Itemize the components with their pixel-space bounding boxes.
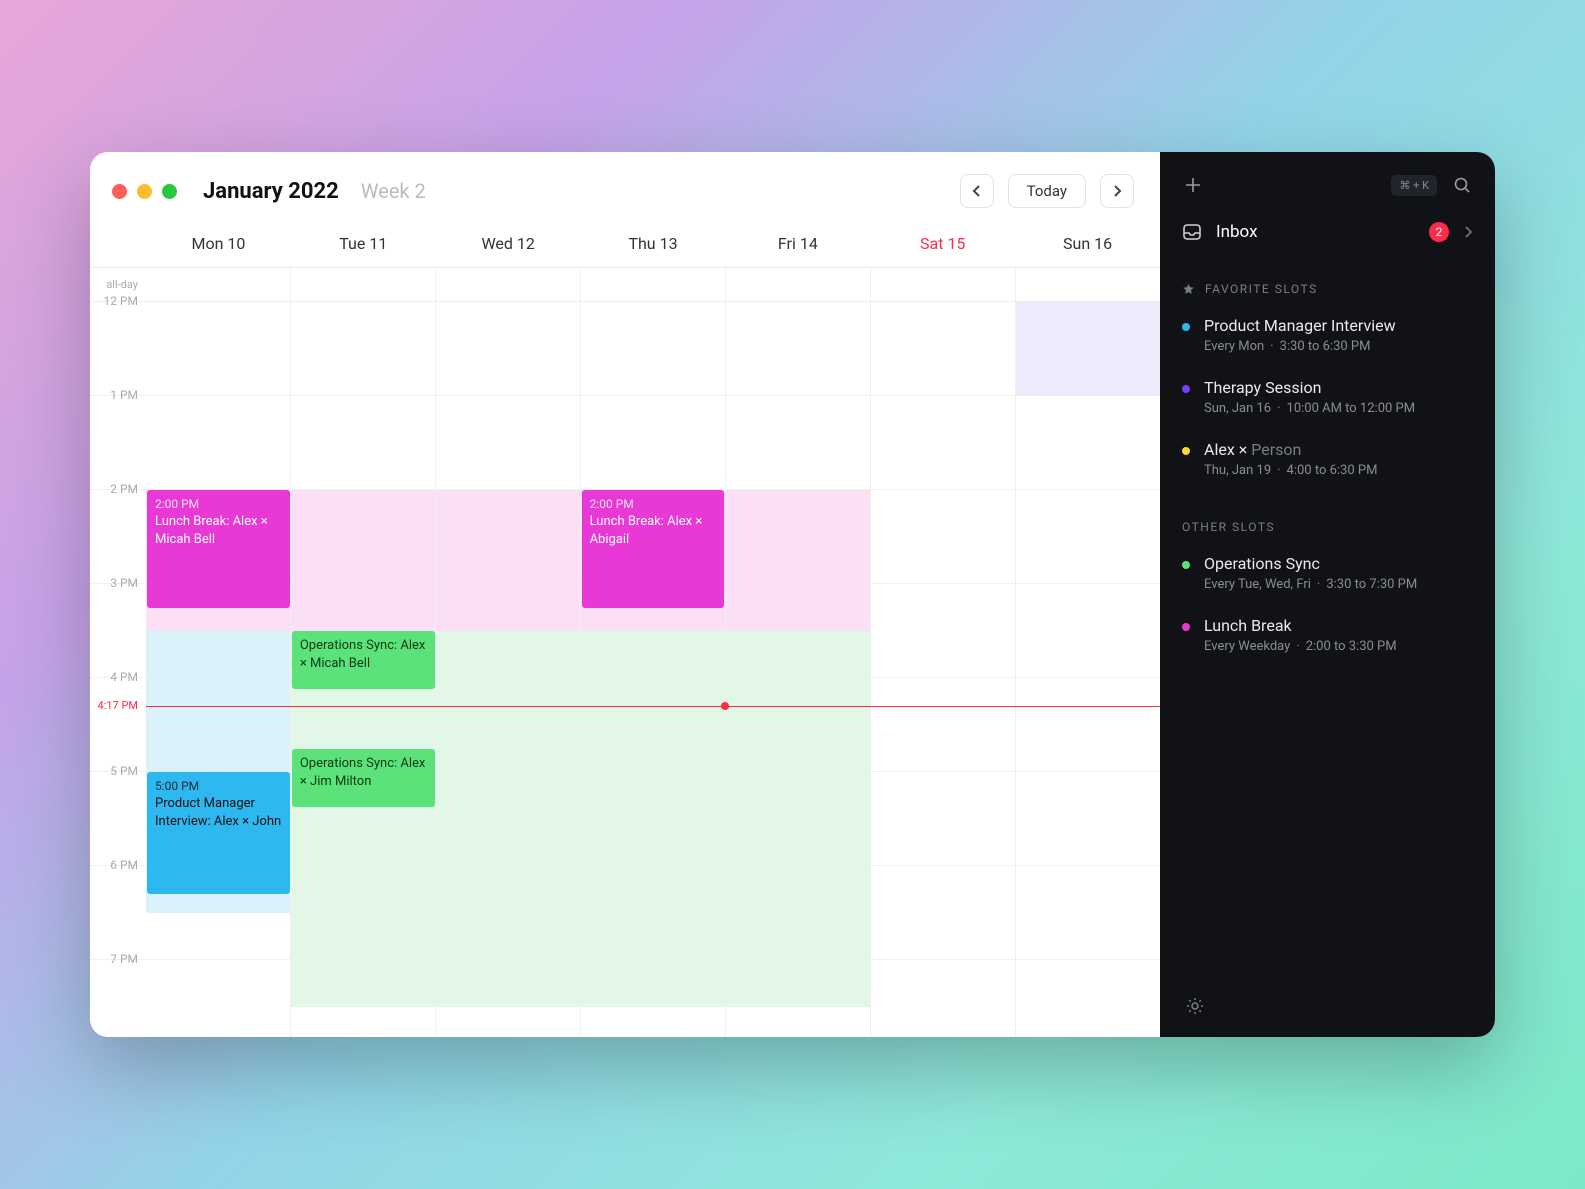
- now-label: 4:17 PM: [90, 699, 146, 712]
- slot-title: Lunch Break: [1204, 616, 1397, 635]
- hour-label: 1 PM: [90, 388, 146, 481]
- day-header[interactable]: Tue 11: [291, 226, 436, 267]
- allday-row: all-day: [90, 268, 1160, 302]
- day-header[interactable]: Fri 14: [725, 226, 870, 267]
- calendar-grid[interactable]: all-day 2:00 PMLunch Break: Alex × Micah…: [90, 267, 1160, 1037]
- prev-week-button[interactable]: [960, 174, 994, 208]
- chevron-left-icon: [972, 185, 982, 197]
- day-header[interactable]: Sat 15: [870, 226, 1015, 267]
- search-button[interactable]: [1449, 172, 1475, 198]
- sidebar-header: ⌘ + K: [1160, 152, 1495, 212]
- search-icon: [1453, 176, 1471, 194]
- slot-title: Product Manager Interview: [1204, 316, 1396, 335]
- color-dot: [1182, 623, 1190, 631]
- other-slots-header: OTHER SLOTS: [1160, 492, 1495, 544]
- minimize-window[interactable]: [137, 184, 152, 199]
- slot-item[interactable]: Product Manager Interview Every Mon·3:30 …: [1160, 306, 1495, 368]
- hours-grid: 2:00 PMLunch Break: Alex × Micah Bell5:0…: [90, 302, 1160, 1037]
- day-header[interactable]: Mon 10: [146, 226, 291, 267]
- hour-label: 7 PM: [90, 952, 146, 1037]
- color-dot: [1182, 447, 1190, 455]
- hour-label: 12 PM: [90, 294, 146, 387]
- slot-subtitle: Every Mon·3:30 to 6:30 PM: [1204, 339, 1396, 354]
- window-controls: [112, 184, 177, 199]
- day-header[interactable]: Thu 13: [581, 226, 726, 267]
- other-slots-list: Operations Sync Every Tue, Wed, Fri·3:30 …: [1160, 544, 1495, 668]
- slot-subtitle: Sun, Jan 16·10:00 AM to 12:00 PM: [1204, 401, 1415, 416]
- slot-subtitle: Every Tue, Wed, Fri·3:30 to 7:30 PM: [1204, 577, 1417, 592]
- keyboard-shortcut: ⌘ + K: [1391, 175, 1437, 196]
- inbox-label: Inbox: [1216, 222, 1415, 242]
- slot-title: Alex × Person: [1204, 440, 1377, 459]
- inbox-icon: [1182, 222, 1202, 242]
- close-window[interactable]: [112, 184, 127, 199]
- star-icon: [1182, 283, 1195, 296]
- week-subtitle: Week 2: [361, 179, 426, 203]
- color-dot: [1182, 385, 1190, 393]
- hour-label: 6 PM: [90, 858, 146, 951]
- hour-label: 5 PM: [90, 764, 146, 857]
- favorite-slots-list: Product Manager Interview Every Mon·3:30 …: [1160, 306, 1495, 492]
- calendar-main: January 2022 Week 2 Today Mon 10Tue 11We…: [90, 152, 1160, 1037]
- header: January 2022 Week 2 Today: [90, 152, 1160, 226]
- slot-item[interactable]: Alex × Person Thu, Jan 19·4:00 to 6:30 PM: [1160, 430, 1495, 492]
- day-header[interactable]: Wed 12: [436, 226, 581, 267]
- sidebar-footer: [1160, 975, 1495, 1037]
- settings-button[interactable]: [1182, 993, 1208, 1019]
- day-headers: Mon 10Tue 11Wed 12Thu 13Fri 14Sat 15Sun …: [90, 226, 1160, 267]
- app-window: January 2022 Week 2 Today Mon 10Tue 11We…: [90, 152, 1495, 1037]
- maximize-window[interactable]: [162, 184, 177, 199]
- sidebar: ⌘ + K Inbox 2 FAVORITE SLOTS Product Man…: [1160, 152, 1495, 1037]
- hour-label: 2 PM: [90, 482, 146, 575]
- inbox-row[interactable]: Inbox 2: [1160, 212, 1495, 266]
- gear-icon: [1185, 996, 1205, 1016]
- now-line: 4:17 PM: [90, 706, 1160, 707]
- slot-subtitle: Every Weekday·2:00 to 3:30 PM: [1204, 639, 1397, 654]
- slot-subtitle: Thu, Jan 19·4:00 to 6:30 PM: [1204, 463, 1377, 478]
- slot-item[interactable]: Lunch Break Every Weekday·2:00 to 3:30 PM: [1160, 606, 1495, 668]
- inbox-badge: 2: [1429, 222, 1449, 242]
- day-header[interactable]: Sun 16: [1015, 226, 1160, 267]
- add-button[interactable]: [1180, 172, 1206, 198]
- plus-icon: [1184, 176, 1202, 194]
- chevron-right-icon: [1112, 185, 1122, 197]
- slot-item[interactable]: Operations Sync Every Tue, Wed, Fri·3:30 …: [1160, 544, 1495, 606]
- now-dot: [721, 702, 729, 710]
- hour-label: 3 PM: [90, 576, 146, 669]
- month-title: January 2022: [203, 179, 339, 204]
- slot-title: Operations Sync: [1204, 554, 1417, 573]
- next-week-button[interactable]: [1100, 174, 1134, 208]
- favorite-slots-header: FAVORITE SLOTS: [1160, 266, 1495, 306]
- color-dot: [1182, 561, 1190, 569]
- today-button[interactable]: Today: [1008, 174, 1086, 208]
- hour-label: 4 PM: [90, 670, 146, 763]
- color-dot: [1182, 323, 1190, 331]
- allday-cells: [146, 268, 1160, 301]
- slot-item[interactable]: Therapy Session Sun, Jan 16·10:00 AM to 1…: [1160, 368, 1495, 430]
- slot-title: Therapy Session: [1204, 378, 1415, 397]
- chevron-right-icon: [1463, 226, 1473, 238]
